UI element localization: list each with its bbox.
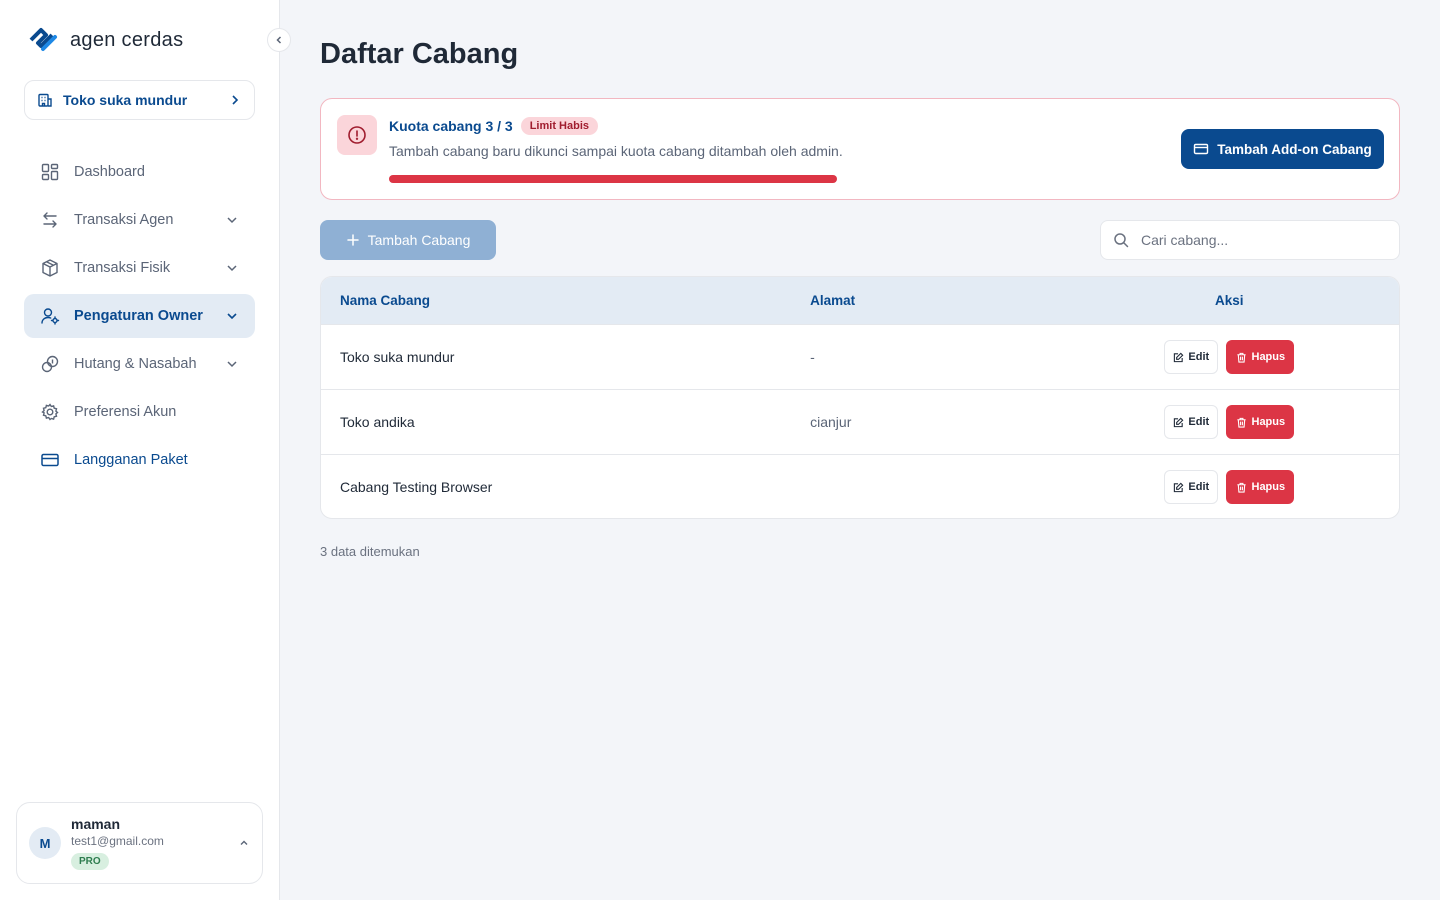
box-icon xyxy=(40,258,60,278)
chevron-right-icon xyxy=(232,95,239,105)
avatar: M xyxy=(29,827,61,859)
edit-icon xyxy=(1174,352,1184,362)
search-box xyxy=(1100,220,1400,260)
sidebar-item-hutang-nasabah[interactable]: Hutang & Nasabah xyxy=(24,342,255,386)
quota-progress-bar xyxy=(389,175,837,183)
edit-label: Edit xyxy=(1188,416,1210,428)
delete-label: Hapus xyxy=(1251,351,1286,363)
sidebar-item-label: Preferensi Akun xyxy=(74,404,177,420)
delete-label: Hapus xyxy=(1251,416,1286,428)
sidebar-item-preferensi-akun[interactable]: Preferensi Akun xyxy=(24,390,255,434)
column-header-name: Nama Cabang xyxy=(340,293,431,308)
sidebar-collapse-button[interactable] xyxy=(267,28,291,52)
quota-title: Kuota cabang 3 / 3 xyxy=(389,118,513,134)
edit-icon xyxy=(1174,482,1184,492)
sidebar-item-dashboard[interactable]: Dashboard xyxy=(24,150,255,194)
arrows-swap-icon xyxy=(40,210,60,230)
delete-label: Hapus xyxy=(1251,481,1286,493)
page-title: Daftar Cabang xyxy=(320,38,519,70)
edit-button[interactable]: Edit xyxy=(1164,470,1219,504)
chevron-down-icon xyxy=(227,265,237,272)
sidebar-item-label: Transaksi Agen xyxy=(74,212,174,228)
sidebar: agen cerdas Toko suka mundur Dashboard T… xyxy=(0,0,280,900)
edit-button[interactable]: Edit xyxy=(1164,340,1219,374)
chevron-down-icon xyxy=(227,361,237,368)
user-name: maman xyxy=(71,816,121,832)
trash-icon xyxy=(1236,482,1246,493)
branch-name-cell: Toko andika xyxy=(340,414,415,430)
quota-alert-card: Kuota cabang 3 / 3 Limit Habis Tambah ca… xyxy=(320,98,1400,200)
delete-button[interactable]: Hapus xyxy=(1226,405,1295,439)
sidebar-item-langganan-paket[interactable]: Langganan Paket xyxy=(24,438,255,482)
branch-address-cell: cianjur xyxy=(810,414,852,430)
dashboard-icon xyxy=(40,162,60,182)
table-row: Toko andika cianjur Edit Hapus xyxy=(321,389,1399,454)
delete-button[interactable]: Hapus xyxy=(1226,470,1295,504)
edit-label: Edit xyxy=(1188,481,1210,493)
plus-icon xyxy=(346,234,359,246)
chevron-left-icon xyxy=(276,36,282,44)
app-logo[interactable]: agen cerdas xyxy=(28,26,183,54)
user-email: test1@gmail.com xyxy=(71,834,164,848)
chevron-down-icon xyxy=(227,217,237,224)
branch-table: Nama Cabang Alamat Aksi Toko suka mundur… xyxy=(320,276,1400,519)
add-branch-button[interactable]: Tambah Cabang xyxy=(320,220,496,260)
sidebar-item-label: Pengaturan Owner xyxy=(74,308,203,324)
trash-icon xyxy=(1236,417,1246,428)
status-badge: Limit Habis xyxy=(520,117,598,135)
credit-card-icon xyxy=(40,450,60,470)
app-name: agen cerdas xyxy=(70,28,184,51)
credit-card-icon xyxy=(1194,143,1209,155)
trash-icon xyxy=(1236,352,1246,363)
alert-icon xyxy=(337,115,377,155)
logo-icon xyxy=(29,28,57,51)
edit-icon xyxy=(1174,417,1184,427)
store-name: Toko suka mundur xyxy=(63,92,188,108)
gear-icon xyxy=(40,402,60,422)
branch-name-cell: Cabang Testing Browser xyxy=(340,479,493,495)
sidebar-item-transaksi-agen[interactable]: Transaksi Agen xyxy=(24,198,255,242)
edit-label: Edit xyxy=(1188,351,1210,363)
column-header-actions: Aksi xyxy=(1215,293,1244,308)
table-header: Nama Cabang Alamat Aksi xyxy=(321,277,1399,324)
table-row: Cabang Testing Browser Edit Hapus xyxy=(321,454,1399,518)
result-count: 3 data ditemukan xyxy=(320,544,420,559)
plan-badge: PRO xyxy=(71,853,109,870)
branch-address-cell: - xyxy=(810,349,815,365)
add-addon-button[interactable]: Tambah Add-on Cabang xyxy=(1181,129,1384,169)
add-addon-label: Tambah Add-on Cabang xyxy=(1217,141,1372,157)
edit-button[interactable]: Edit xyxy=(1164,405,1219,439)
search-input[interactable] xyxy=(1141,232,1387,248)
user-gear-icon xyxy=(40,306,60,326)
column-header-address: Alamat xyxy=(810,293,856,308)
sidebar-item-label: Langganan Paket xyxy=(74,452,188,468)
sidebar-item-label: Dashboard xyxy=(74,164,145,180)
user-profile-card[interactable]: M maman test1@gmail.com PRO xyxy=(16,802,263,884)
delete-button[interactable]: Hapus xyxy=(1226,340,1295,374)
branch-name-cell: Toko suka mundur xyxy=(340,349,455,365)
add-branch-label: Tambah Cabang xyxy=(367,232,471,248)
search-icon xyxy=(1114,233,1129,248)
sidebar-item-label: Transaksi Fisik xyxy=(74,260,171,276)
quota-description: Tambah cabang baru dikunci sampai kuota … xyxy=(389,143,843,159)
chevron-up-icon xyxy=(240,840,248,845)
sidebar-nav: Dashboard Transaksi Agen Transaksi Fisik xyxy=(24,150,255,486)
chevron-down-icon xyxy=(227,313,237,320)
sidebar-item-transaksi-fisik[interactable]: Transaksi Fisik xyxy=(24,246,255,290)
coins-icon xyxy=(40,354,60,374)
table-row: Toko suka mundur - Edit Hapus xyxy=(321,324,1399,389)
store-switcher[interactable]: Toko suka mundur xyxy=(24,80,255,120)
building-icon xyxy=(38,93,52,107)
sidebar-item-pengaturan-owner[interactable]: Pengaturan Owner xyxy=(24,294,255,338)
sidebar-item-label: Hutang & Nasabah xyxy=(74,356,197,372)
